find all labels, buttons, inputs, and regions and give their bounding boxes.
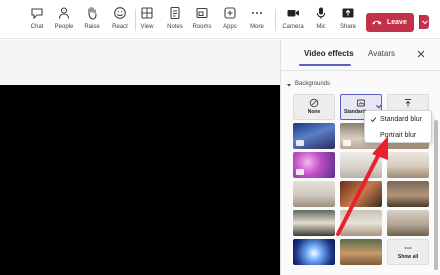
- raise-label: Raise: [84, 24, 100, 30]
- people-button[interactable]: People: [49, 6, 79, 36]
- menu-item-label: Standard blur: [380, 116, 423, 123]
- plus-icon: [224, 7, 236, 19]
- upload-icon: [405, 99, 411, 107]
- checkmark-icon: [370, 117, 377, 123]
- caret-down-icon[interactable]: [286, 82, 292, 88]
- prohibited-icon: [309, 98, 319, 108]
- scrollbar-thumb[interactable]: [434, 120, 438, 270]
- rooms-button[interactable]: Rooms: [187, 6, 217, 36]
- tab-avatars[interactable]: Avatars: [368, 48, 395, 60]
- panel-divider: [281, 70, 440, 71]
- grid-icon: [141, 7, 153, 19]
- react-button[interactable]: React: [105, 6, 135, 36]
- checkmark-icon: [375, 104, 381, 109]
- ellipsis-icon: [404, 247, 412, 249]
- people-label: People: [54, 24, 74, 30]
- video-badge-icon: [296, 169, 304, 175]
- close-icon[interactable]: [416, 49, 426, 59]
- react-label: React: [112, 24, 128, 30]
- chat-button[interactable]: Chat: [22, 6, 52, 36]
- camera-button[interactable]: Camera: [278, 6, 308, 36]
- backgrounds-section-title: Backgrounds: [295, 81, 331, 87]
- menu-item-standard-blur[interactable]: Standard blur: [365, 112, 433, 127]
- mic-button[interactable]: Mic: [306, 6, 336, 36]
- background-image-tile[interactable]: [293, 123, 335, 149]
- stage-header-area: [0, 40, 280, 85]
- more-button[interactable]: More: [242, 6, 272, 36]
- chevron-down-icon: [422, 20, 428, 25]
- raise-hand-button[interactable]: Raise: [77, 6, 107, 36]
- blur-icon: [357, 99, 365, 107]
- show-all-label: Show all: [397, 254, 419, 260]
- phone-hangup-icon: [372, 20, 382, 25]
- leave-button[interactable]: Leave: [366, 13, 414, 32]
- hand-icon: [88, 6, 97, 20]
- meeting-toolbar: Chat People Raise React View Notes Rooms…: [0, 0, 440, 39]
- smiley-icon: [114, 7, 126, 19]
- view-button[interactable]: View: [132, 6, 162, 36]
- chat-label: Chat: [30, 24, 44, 30]
- apps-button[interactable]: Apps: [215, 6, 245, 36]
- video-preview: [0, 85, 280, 275]
- background-image-tile[interactable]: [340, 239, 382, 265]
- leave-options-button[interactable]: [419, 15, 429, 29]
- tab-video-effects[interactable]: Video effects: [304, 48, 354, 60]
- active-tab-indicator: [299, 64, 351, 66]
- background-none-tile[interactable]: None: [293, 94, 335, 120]
- panel-scrollbar[interactable]: [434, 80, 438, 270]
- video-badge-icon: [296, 140, 304, 146]
- notes-label: Notes: [167, 24, 183, 30]
- leave-label: Leave: [387, 19, 407, 26]
- apps-label: Apps: [223, 24, 237, 30]
- mic-icon: [316, 7, 326, 19]
- red-arrow-annotation: [336, 136, 388, 236]
- more-label: More: [250, 24, 264, 30]
- show-all-backgrounds-tile[interactable]: Show all: [387, 239, 429, 265]
- ellipsis-icon: [252, 12, 262, 14]
- toolbar-divider: [275, 9, 276, 31]
- notes-icon: [170, 6, 180, 20]
- background-image-tile[interactable]: [293, 181, 335, 207]
- background-image-tile[interactable]: [293, 210, 335, 236]
- none-label: None: [307, 109, 321, 115]
- camera-label: Camera: [282, 24, 304, 30]
- background-image-tile[interactable]: [293, 152, 335, 178]
- share-icon: [342, 8, 354, 18]
- rooms-label: Rooms: [192, 24, 212, 30]
- camera-icon: [287, 10, 299, 17]
- people-icon: [58, 7, 70, 19]
- chat-icon: [31, 8, 43, 20]
- share-label: Share: [339, 24, 356, 30]
- background-image-tile[interactable]: [293, 239, 335, 265]
- mic-label: Mic: [316, 24, 326, 30]
- rooms-icon: [196, 7, 208, 19]
- view-label: View: [140, 24, 154, 30]
- share-button[interactable]: Share: [333, 6, 363, 36]
- notes-button[interactable]: Notes: [160, 6, 190, 36]
